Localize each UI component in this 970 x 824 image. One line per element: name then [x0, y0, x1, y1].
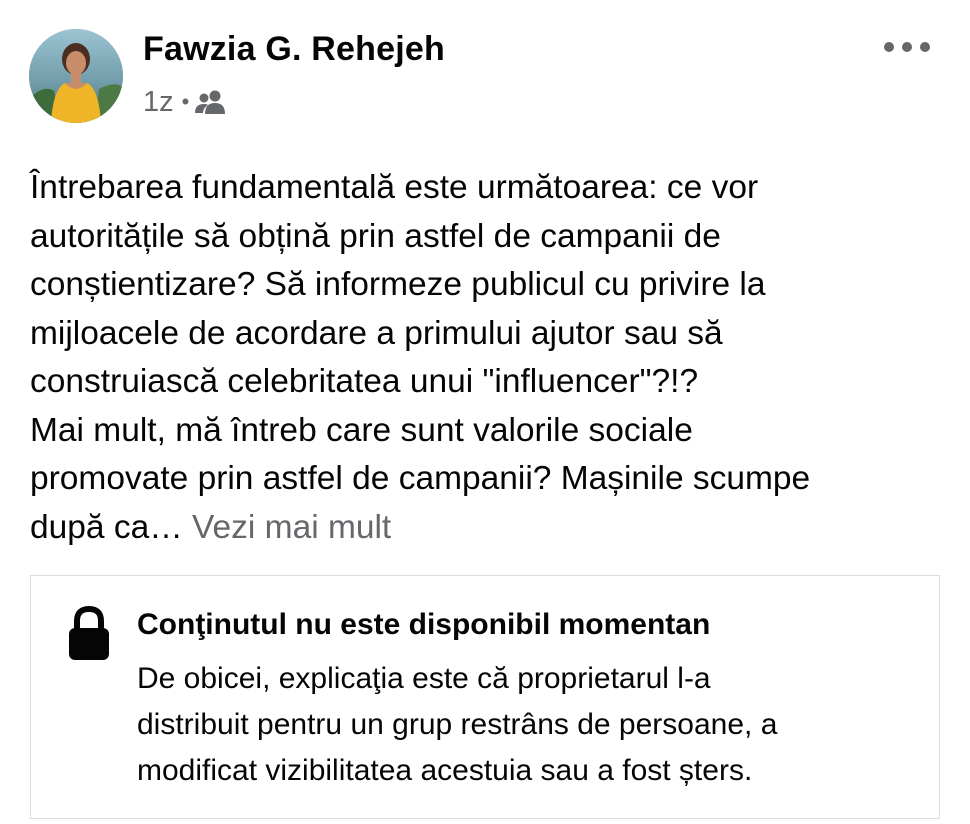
see-more-link[interactable]: Vezi mai mult — [192, 509, 391, 546]
group-audience-icon[interactable] — [195, 89, 227, 115]
post-text: Întrebarea fundamentală este următoarea:… — [30, 164, 955, 552]
author-avatar[interactable] — [29, 29, 123, 123]
post-timestamp[interactable]: 1z — [143, 86, 174, 119]
lock-icon — [69, 606, 109, 660]
more-options-icon — [902, 42, 912, 52]
more-options-button[interactable] — [884, 34, 930, 60]
content-unavailable-box: Conţinutul nu este disponibil momentan D… — [30, 575, 940, 819]
post-text-line: construiască celebritatea unui "influenc… — [30, 363, 699, 400]
post-text-line: mijloacele de acordare a primului ajutor… — [30, 314, 723, 352]
post-card: Fawzia G. Rehejeh 1z • Întrebarea fundam… — [0, 0, 970, 824]
more-options-icon — [920, 42, 930, 52]
post-text-line: autoritățile să obțină prin astfel de ca… — [30, 217, 721, 255]
unavailable-description: De obicei, explicaţia este că proprietar… — [137, 656, 927, 794]
post-text-line: Întrebarea fundamentală este următoarea:… — [30, 169, 759, 206]
unavailable-title: Conţinutul nu este disponibil momentan — [137, 608, 711, 641]
post-meta: 1z • — [143, 84, 227, 120]
post-text-line: după ca… — [30, 508, 183, 546]
unavailable-description-line: modificat vizibilitatea acestuia sau a f… — [137, 754, 753, 787]
unavailable-description-line: De obicei, explicaţia este că proprietar… — [137, 662, 711, 695]
more-options-icon — [884, 42, 894, 52]
post-text-line: Mai mult, mă întreb care sunt valorile s… — [30, 411, 693, 449]
post-text-line: promovate prin astfel de campanii? Mașin… — [30, 460, 811, 497]
author-name[interactable]: Fawzia G. Rehejeh — [143, 30, 445, 69]
unavailable-description-line: distribuit pentru un grup restrâns de pe… — [137, 708, 778, 741]
post-text-line: conștientizare? Să informeze publicul cu… — [30, 266, 766, 303]
profile-photo-icon — [29, 29, 123, 123]
meta-separator: • — [181, 89, 190, 114]
post-text-last-line: după ca… Vezi mai mult — [30, 504, 955, 553]
